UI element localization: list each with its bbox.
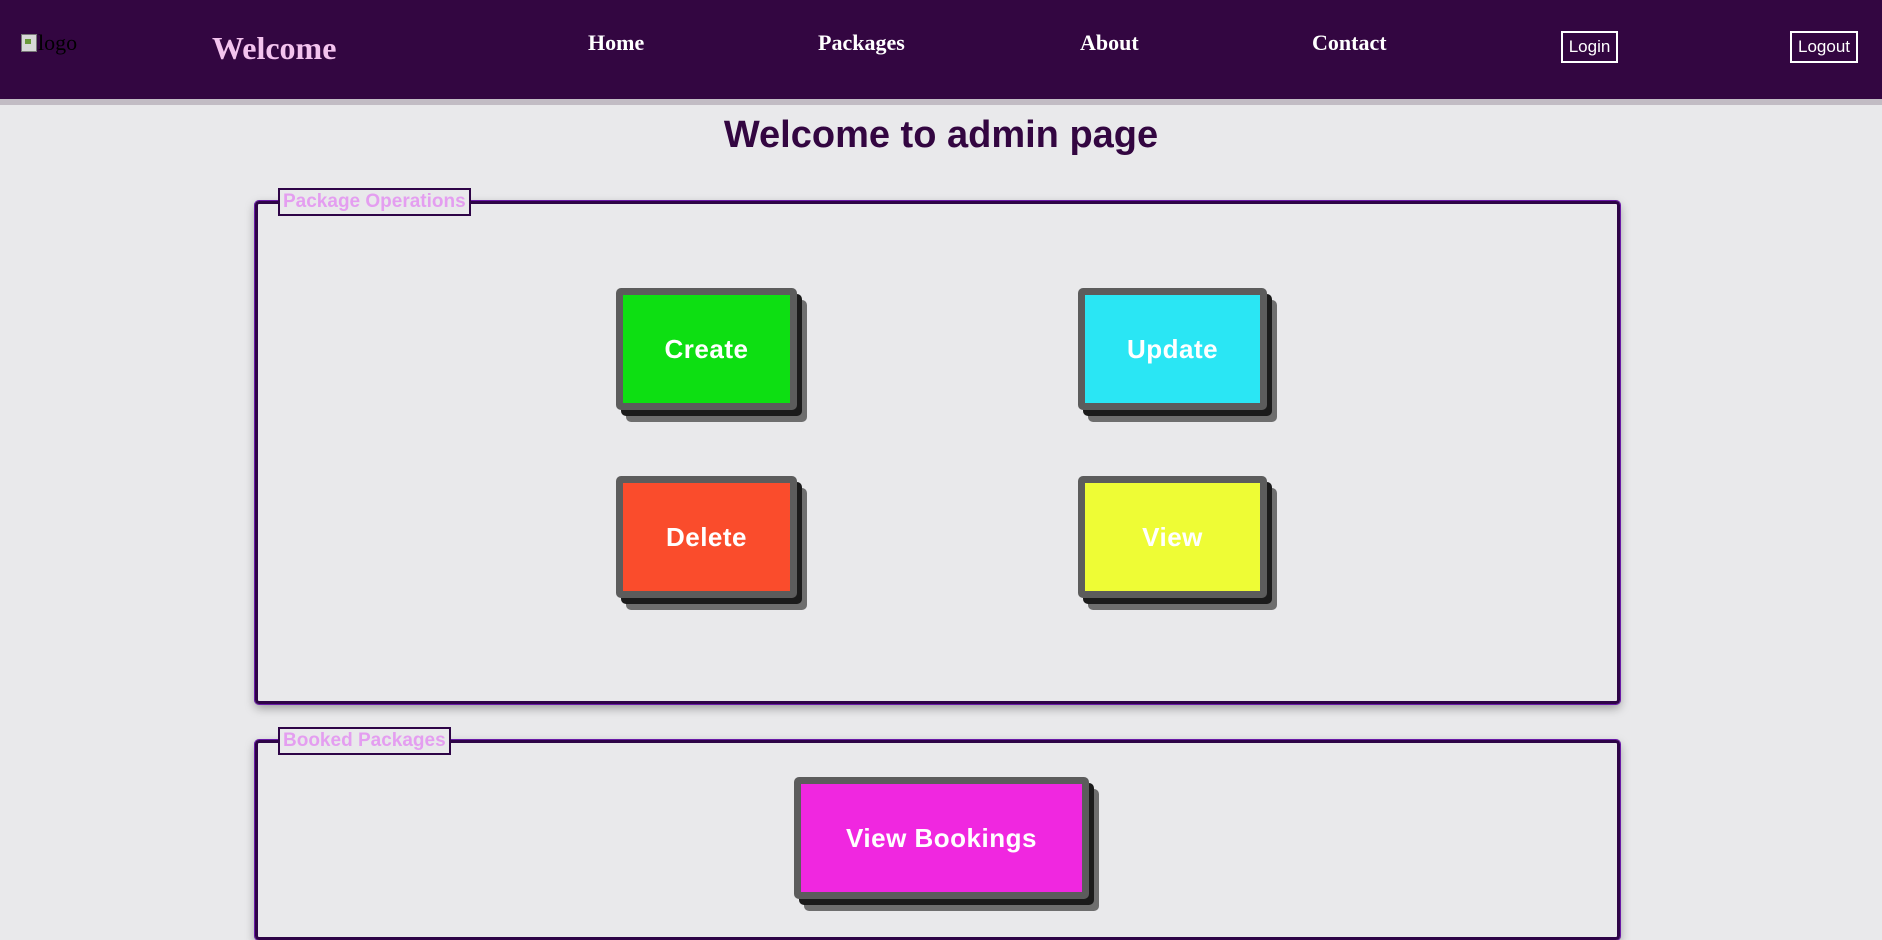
top-navbar: logo Welcome Home Packages About Contact… [0, 0, 1882, 105]
broken-image-icon [21, 34, 37, 52]
delete-button[interactable]: Delete [616, 476, 797, 598]
create-button[interactable]: Create [616, 288, 797, 410]
nav-link-home[interactable]: Home [588, 30, 644, 56]
login-button[interactable]: Login [1561, 31, 1618, 63]
booked-packages-fieldset: Booked Packages View Bookings [255, 727, 1620, 940]
nav-link-packages[interactable]: Packages [818, 30, 905, 56]
page-title: Welcome to admin page [723, 114, 1159, 156]
brand-title: Welcome [212, 30, 337, 66]
nav-link-contact[interactable]: Contact [1312, 30, 1387, 56]
update-button[interactable]: Update [1078, 288, 1267, 410]
package-operations-fieldset: Package Operations Create Update Delete … [255, 188, 1620, 704]
logo-image[interactable]: logo [21, 30, 77, 56]
booked-packages-legend: Booked Packages [278, 727, 451, 755]
view-bookings-button[interactable]: View Bookings [794, 777, 1089, 899]
view-button[interactable]: View [1078, 476, 1267, 598]
package-operations-legend: Package Operations [278, 188, 471, 216]
logout-button[interactable]: Logout [1790, 31, 1858, 63]
nav-link-about[interactable]: About [1080, 30, 1139, 56]
logo-alt-text: logo [38, 30, 78, 55]
